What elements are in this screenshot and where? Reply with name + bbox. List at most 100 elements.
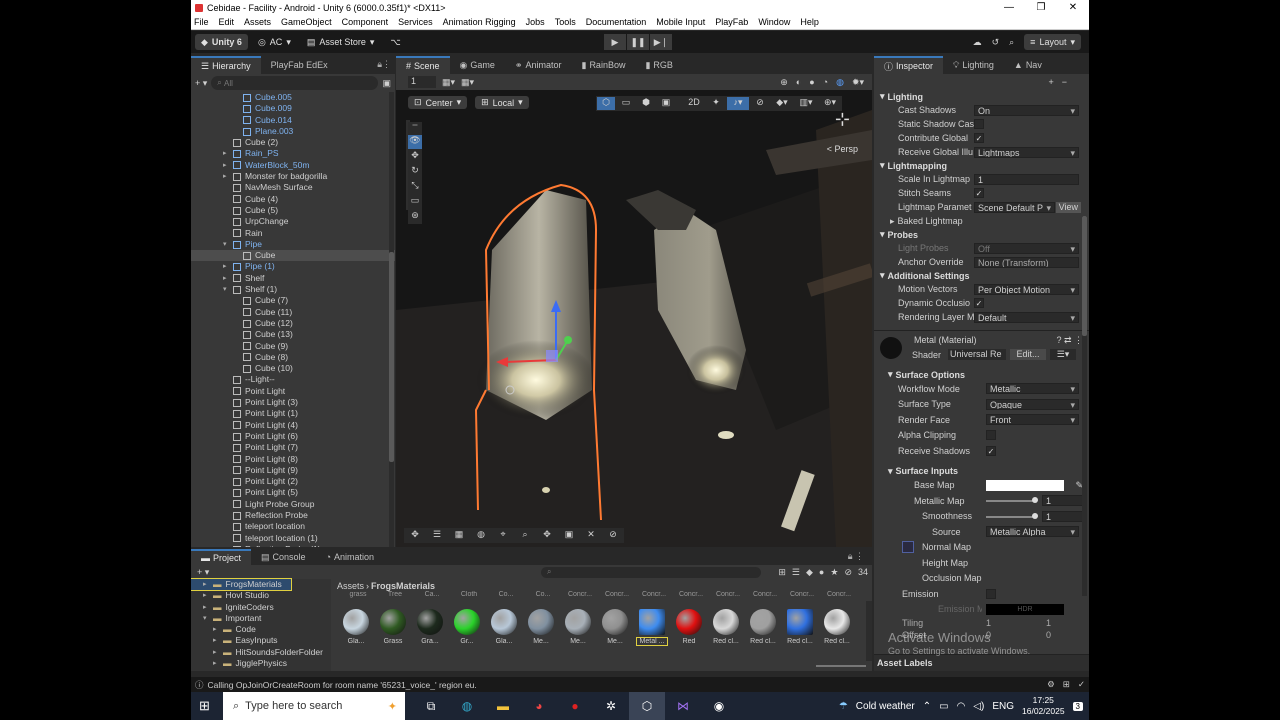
menu-item-animation-rigging[interactable]: Animation Rigging <box>443 17 516 27</box>
add-component-icon[interactable]: + <box>1048 77 1053 87</box>
shading-lit-icon[interactable]: ◍ <box>836 77 844 88</box>
ok-icon[interactable]: ✓ <box>1078 679 1085 690</box>
chrome-icon[interactable]: ◕ <box>521 692 557 720</box>
hierarchy-item[interactable]: Cube (8) <box>191 352 395 363</box>
tiling-y[interactable]: 1 <box>1046 618 1051 628</box>
folder-item[interactable]: ▸ ▬ HitSoundsFolderFolder <box>191 647 331 658</box>
drag-handle-icon[interactable]: ═ <box>408 122 422 134</box>
source-dropdown[interactable]: Metallic Alpha <box>986 526 1079 538</box>
tab-navigation[interactable]: ▲ Nav <box>1004 56 1052 74</box>
shader-dropdown[interactable]: Universal Re <box>948 349 1006 360</box>
hierarchy-item[interactable]: Cube (2) <box>191 137 395 148</box>
chevron-right-icon[interactable]: ▸ <box>203 602 213 613</box>
inspector-scrollbar[interactable] <box>1082 216 1087 596</box>
layout-dropdown[interactable]: ≡ Layout ▾ <box>1024 34 1081 50</box>
unity-hub-icon[interactable]: ⬡ <box>629 692 665 720</box>
cast-shadows-dropdown[interactable]: On <box>974 104 1079 116</box>
menu-item-edit[interactable]: Edit <box>219 17 235 27</box>
filter-icon[interactable]: ▣ <box>382 78 391 89</box>
probes-section[interactable]: ▾ Probes <box>874 228 1089 241</box>
chevron-right-icon[interactable]: ▸ <box>203 579 213 590</box>
chevron-right-icon[interactable]: ▸ <box>223 160 233 171</box>
chevron-right-icon[interactable]: ▸ <box>213 624 223 635</box>
scroll-thumb[interactable] <box>1082 216 1087 336</box>
chevron-right-icon[interactable]: ▸ <box>223 171 233 182</box>
create-button[interactable]: + ▾ <box>197 567 209 578</box>
surface-inputs-section[interactable]: ▾ Surface Inputs <box>874 465 1089 478</box>
hierarchy-item[interactable]: Point Light (6) <box>191 431 395 442</box>
menu-item-documentation[interactable]: Documentation <box>586 17 647 27</box>
menu-item-component[interactable]: Component <box>342 17 389 27</box>
effects-icon[interactable]: ✹▾ <box>852 77 864 88</box>
chevron-right-icon[interactable]: ▸ <box>223 273 233 284</box>
material-view-icon[interactable]: ▣ <box>657 97 675 110</box>
rect-tool-icon[interactable]: ▭ <box>408 195 422 209</box>
wifi-icon[interactable]: ◠ <box>957 701 966 712</box>
rendering-layer-dropdown[interactable]: Default <box>974 311 1079 323</box>
menu-item-help[interactable]: Help <box>800 17 819 27</box>
remove-icon[interactable]: − <box>1062 77 1067 87</box>
tray-chevron-icon[interactable]: ⌃ <box>923 701 931 712</box>
chevron-down-icon[interactable]: ▾ <box>203 613 213 624</box>
menu-item-gameobject[interactable]: GameObject <box>281 17 332 27</box>
chevron-right-icon[interactable]: ▸ <box>203 590 213 601</box>
zoom-slider[interactable] <box>816 665 866 667</box>
account-dropdown[interactable]: ◎ AC ▾ <box>252 34 297 50</box>
receive-shadows-checkbox[interactable]: ✓ <box>986 445 996 456</box>
orientation-gizmo-icon[interactable]: ⊹ <box>827 110 858 128</box>
hierarchy-item[interactable]: Point Light (4) <box>191 420 395 431</box>
lightmapping-section[interactable]: ▾ Lightmapping <box>874 159 1089 172</box>
hierarchy-item[interactable]: Cube (10) <box>191 363 395 374</box>
view-tool-icon[interactable]: 👁︎ <box>408 135 422 149</box>
asset-store-button[interactable]: ▤ Asset Store ▾ <box>301 34 381 50</box>
hierarchy-item[interactable]: Point Light (2) <box>191 476 395 487</box>
tab-rainbow[interactable]: ▮ RainBow <box>571 56 635 74</box>
taskbar-search-input[interactable]: ⌕ Type here to search ✦ <box>223 692 405 720</box>
hierarchy-item[interactable]: ▸ Rain_PS <box>191 148 395 159</box>
chevron-down-icon[interactable]: ▾ <box>223 284 233 295</box>
hierarchy-item[interactable]: Point Light (8) <box>191 454 395 465</box>
hierarchy-item[interactable]: Point Light (7) <box>191 442 395 453</box>
smoothness-slider[interactable] <box>986 515 1036 518</box>
rotate-overlay-icon[interactable]: ◍ <box>471 529 491 542</box>
asset-item[interactable]: Gr... <box>452 609 482 645</box>
weather-label[interactable]: Cold weather <box>856 701 915 712</box>
audio-icon[interactable]: ♪▾ <box>727 97 749 110</box>
anchor-override-field[interactable]: None (Transform) <box>974 256 1079 268</box>
workflow-dropdown[interactable]: Metallic <box>986 383 1079 395</box>
nav-overlay-icon[interactable]: ⌖ <box>493 529 513 542</box>
scale-tool-icon[interactable]: ⤡ <box>408 180 422 194</box>
menu-item-tools[interactable]: Tools <box>555 17 576 27</box>
volume-icon[interactable]: ◁) <box>973 701 984 712</box>
menu-item-assets[interactable]: Assets <box>244 17 271 27</box>
scene-viewport[interactable]: ⊡ Center ▾ ⊞ Local ▾ ⬡ ▭ ⬢ ▣ 2D ✦ ♪▾ ⊘ ◆▾ ▥▾… <box>396 90 872 547</box>
pivot-dropdown[interactable]: ⊡ Center ▾ <box>408 96 468 109</box>
emission-checkbox[interactable] <box>986 588 996 599</box>
dynamic-occlusion-checkbox[interactable]: ✓ <box>974 298 984 308</box>
render-mode-icon[interactable]: ▦▾ <box>461 77 474 88</box>
play-button[interactable]: ▶ <box>604 34 626 50</box>
hierarchy-item[interactable]: Cube.014 <box>191 115 395 126</box>
folder-item[interactable]: ▸ ▬ Hovl Studio <box>191 590 331 601</box>
rotate-tool-icon[interactable]: ↻ <box>408 165 422 179</box>
grid-snap-icon[interactable]: ✥ <box>405 529 425 542</box>
menu-item-file[interactable]: File <box>194 17 209 27</box>
zoom-overlay-icon[interactable]: ⌕ <box>515 529 535 542</box>
hierarchy-item[interactable]: Cube (5) <box>191 205 395 216</box>
camera-speed-field[interactable]: 1 <box>408 76 436 88</box>
hierarchy-item[interactable]: ▸ WaterBlock_50m <box>191 160 395 171</box>
add-button[interactable]: + ▾ <box>195 78 207 89</box>
xr-overlay-icon[interactable]: ✕ <box>581 529 601 542</box>
hierarchy-item[interactable]: Cube (9) <box>191 341 395 352</box>
tab-console[interactable]: ▤ Console <box>251 549 316 565</box>
shading-solid-icon[interactable]: ● <box>809 77 814 88</box>
light-probes-dropdown[interactable]: Off <box>974 242 1079 254</box>
hierarchy-item[interactable]: UrpChange <box>191 216 395 227</box>
asset-item[interactable]: Red cl... <box>748 609 778 645</box>
hierarchy-item[interactable]: ▸ Monster for badgorilla <box>191 171 395 182</box>
hierarchy-item[interactable]: Light Probe Group <box>191 499 395 510</box>
hierarchy-item[interactable]: Point Light (9) <box>191 465 395 476</box>
visual-studio-icon[interactable]: ⋈ <box>665 692 701 720</box>
asset-item[interactable]: Red cl... <box>822 609 852 645</box>
progress-icon[interactable]: ⚙ <box>1047 679 1055 690</box>
